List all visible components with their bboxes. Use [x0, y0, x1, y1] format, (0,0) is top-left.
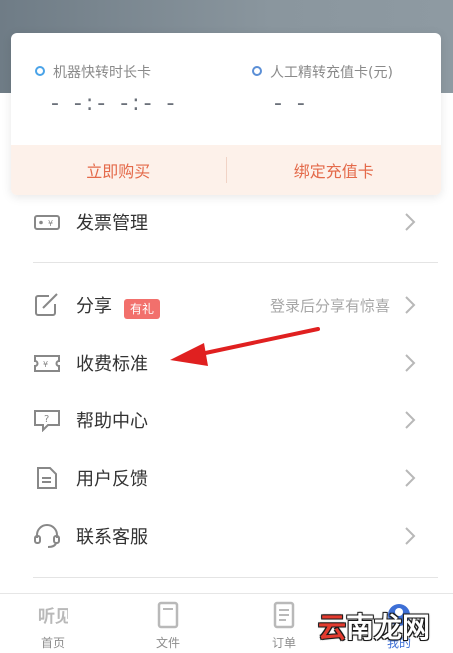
machine-time-card-value: - -:- -:- - — [51, 91, 179, 116]
tab-orders[interactable]: 订单 — [254, 594, 314, 653]
tab-home[interactable]: 听见 首页 — [23, 594, 83, 653]
chevron-right-icon — [405, 469, 416, 487]
feedback-document-icon — [37, 467, 57, 489]
svg-text:?: ? — [44, 414, 49, 425]
tab-files-label: 文件 — [155, 636, 180, 650]
machine-time-card-label: 机器快转时长卡 — [53, 65, 151, 81]
manual-recharge-card-label-row: 人工精转充值卡(元) — [252, 62, 393, 82]
section-divider — [33, 262, 438, 263]
dot-icon — [35, 66, 45, 76]
menu-item-support[interactable]: 联系客服 — [0, 508, 453, 564]
share-edit-icon — [35, 293, 58, 316]
section-divider — [33, 577, 438, 578]
menu-item-feedback-label: 用户反馈 — [76, 469, 148, 490]
tab-orders-label: 订单 — [271, 636, 296, 650]
ticket-icon: ¥ — [34, 355, 60, 372]
invoice-icon: ¥ — [34, 215, 60, 230]
menu-item-help-label: 帮助中心 — [76, 411, 148, 432]
gift-badge: 有礼 — [124, 299, 161, 319]
chevron-right-icon — [405, 354, 416, 372]
balance-card: 机器快转时长卡 - -:- -:- - 人工精转充值卡(元) - - 立即购买 … — [11, 33, 441, 195]
menu-item-help[interactable]: ? 帮助中心 — [0, 392, 453, 448]
menu-item-invoice[interactable]: ¥ 发票管理 — [0, 194, 453, 250]
tab-files[interactable]: 文件 — [138, 594, 198, 653]
chevron-right-icon — [405, 527, 416, 545]
card-actions: 立即购买 绑定充值卡 — [11, 145, 441, 195]
menu-item-pricing-label: 收费标准 — [76, 354, 148, 375]
svg-text:¥: ¥ — [48, 219, 53, 228]
help-chat-icon: ? — [34, 410, 60, 432]
watermark-part-1: 云 — [318, 611, 347, 644]
menu-item-feedback[interactable]: 用户反馈 — [0, 450, 453, 506]
tab-home-label: 首页 — [40, 636, 65, 650]
buy-now-button[interactable]: 立即购买 — [11, 158, 226, 182]
dot-icon — [252, 66, 262, 76]
watermark-part-2: 南龙网 — [346, 611, 431, 644]
watermark-logo: 云南龙网 — [318, 606, 430, 646]
tingjian-logo-icon: 听见 — [38, 606, 68, 627]
menu-item-share[interactable]: 分享 有礼 登录后分享有惊喜 — [0, 277, 453, 333]
manual-recharge-card-label: 人工精转充值卡(元) — [270, 65, 393, 81]
headset-icon — [34, 524, 60, 548]
manual-recharge-card-value: - - — [274, 91, 309, 116]
menu-item-support-label: 联系客服 — [76, 527, 148, 548]
orders-list-icon — [273, 601, 295, 629]
machine-time-card-label-row: 机器快转时长卡 — [35, 62, 151, 82]
chevron-right-icon — [405, 411, 416, 429]
share-hint: 登录后分享有惊喜 — [269, 297, 390, 315]
chevron-right-icon — [405, 213, 416, 231]
menu-item-pricing[interactable]: ¥ 收费标准 — [0, 335, 453, 391]
bind-recharge-card-button[interactable]: 绑定充值卡 — [227, 158, 442, 182]
svg-text:听见: 听见 — [38, 606, 68, 627]
svg-text:¥: ¥ — [43, 360, 48, 369]
file-icon — [157, 601, 179, 629]
menu-item-invoice-label: 发票管理 — [76, 213, 148, 234]
chevron-right-icon — [405, 296, 416, 314]
menu-item-share-label: 分享 — [76, 296, 112, 317]
